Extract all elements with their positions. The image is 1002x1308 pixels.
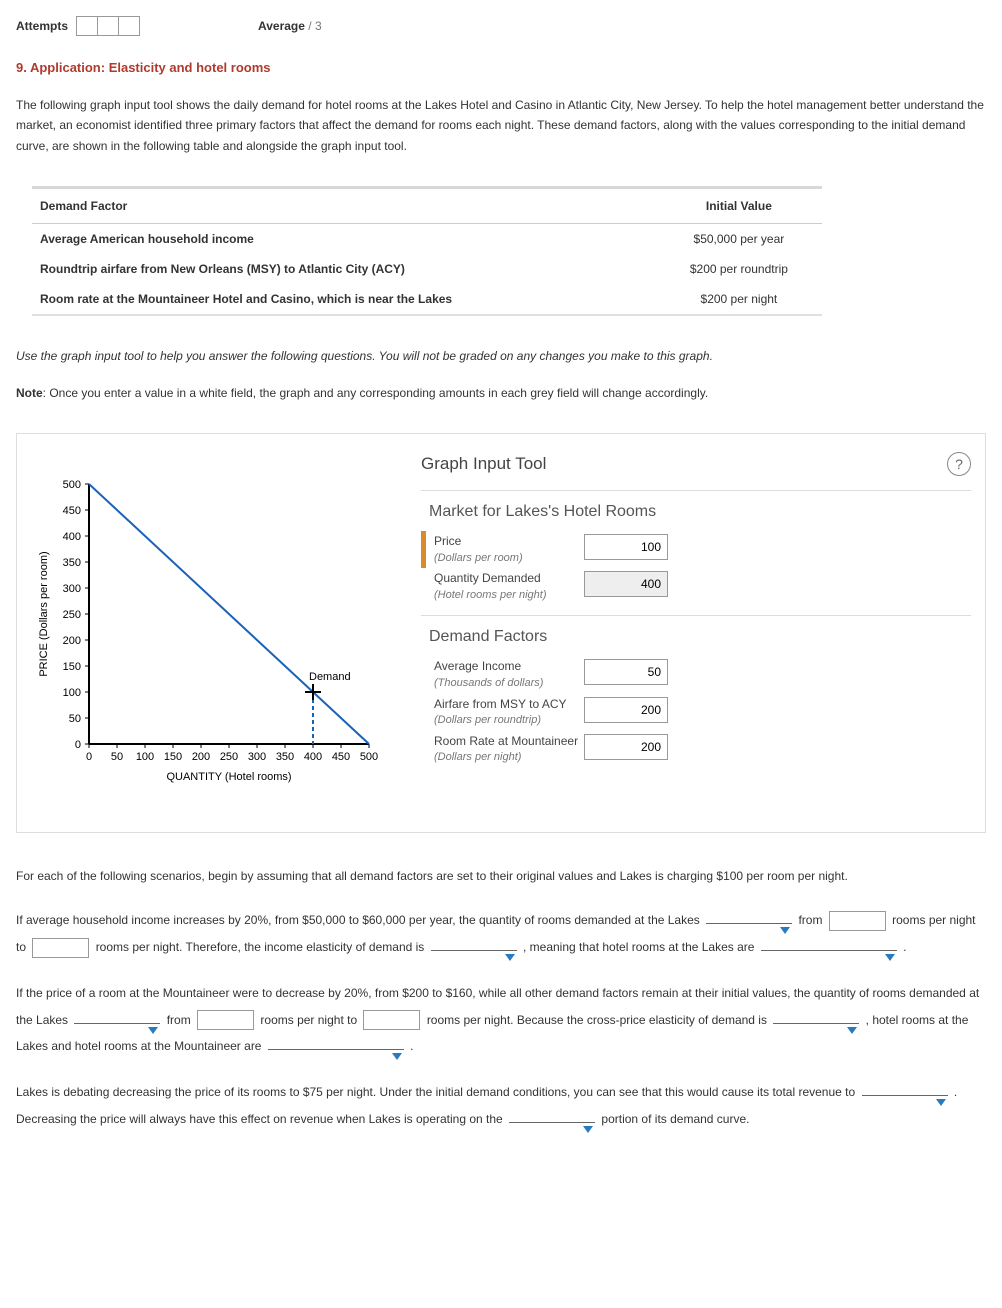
svg-text:500: 500 [63,479,81,491]
attempt-box [98,16,119,36]
table-row: Average American household income$50,000… [32,224,822,255]
demand-chart[interactable]: 0 50 100 150 200 250 300 350 400 450 500… [31,466,391,806]
svg-text:100: 100 [63,687,81,699]
questions-intro: For each of the following scenarios, beg… [16,863,986,889]
svg-text:50: 50 [111,751,123,763]
attempts-boxes [76,16,140,36]
chevron-down-icon [392,1053,402,1060]
svg-text:150: 150 [164,751,182,763]
svg-text:350: 350 [63,557,81,569]
th-value: Initial Value [656,189,822,224]
chevron-down-icon [148,1027,158,1034]
q3-revenue-dropdown[interactable] [862,1095,948,1096]
svg-text:400: 400 [63,531,81,543]
intro-text: The following graph input tool shows the… [16,95,986,156]
svg-text:350: 350 [276,751,294,763]
question-3: Lakes is debating decreasing the price o… [16,1079,986,1132]
svg-text:200: 200 [63,635,81,647]
mountaineer-input[interactable] [584,734,668,760]
demand-label: Demand [309,671,351,683]
svg-text:300: 300 [248,751,266,763]
qty-row: Quantity Demanded(Hotel rooms per night) [421,568,971,605]
graph-instructions: Use the graph input tool to help you ans… [16,346,986,366]
question-2: If the price of a room at the Mountainee… [16,980,986,1059]
q3-portion-dropdown[interactable] [509,1122,595,1123]
airfare-input[interactable] [584,697,668,723]
income-row: Average Income(Thousands of dollars) [421,656,971,693]
chevron-down-icon [936,1099,946,1106]
average-label: Average [258,19,305,33]
svg-text:400: 400 [304,751,322,763]
attempts-bar: Attempts Average / 3 [16,16,986,36]
y-axis-label: PRICE (Dollars per room) [38,551,50,676]
chart-area[interactable]: 0 50 100 150 200 250 300 350 400 450 500… [31,452,401,806]
q1-direction-dropdown[interactable] [706,923,792,924]
help-icon[interactable]: ? [947,452,971,476]
tool-title: Graph Input Tool [421,454,546,474]
svg-text:100: 100 [136,751,154,763]
table-row: Room rate at the Mountaineer Hotel and C… [32,284,822,314]
average-label-wrap: Average / 3 [258,19,322,33]
chevron-down-icon [885,954,895,961]
chevron-down-icon [505,954,515,961]
demand-factor-table: Demand Factor Initial Value Average Amer… [32,189,822,314]
chevron-down-icon [847,1027,857,1034]
svg-text:0: 0 [75,739,81,751]
svg-text:250: 250 [220,751,238,763]
q1-goodtype-dropdown[interactable] [761,950,897,951]
attempt-box [76,16,98,36]
svg-text:150: 150 [63,661,81,673]
q2-relation-dropdown[interactable] [268,1049,404,1050]
income-input[interactable] [584,659,668,685]
df-title: Demand Factors [429,628,971,646]
graph-panel: 0 50 100 150 200 250 300 350 400 450 500… [16,433,986,833]
price-input[interactable] [584,534,668,560]
price-row: Price(Dollars per room) [421,531,971,568]
q1-elasticity-dropdown[interactable] [431,950,517,951]
q1-from-input[interactable] [829,911,886,931]
svg-text:450: 450 [332,751,350,763]
airfare-row: Airfare from MSY to ACY(Dollars per roun… [421,694,971,731]
x-ticks: 50 100 150 200 250 300 350 400 450 500 0 [86,744,378,763]
y-ticks: 0 50 100 150 200 250 300 350 400 450 500 [63,479,89,751]
question-1: If average household income increases by… [16,907,986,960]
average-denom: / 3 [308,19,321,33]
mountaineer-row: Room Rate at Mountaineer(Dollars per nig… [421,731,971,768]
attempts-label: Attempts [16,19,68,33]
svg-text:500: 500 [360,751,378,763]
attempt-box [119,16,140,36]
q2-to-input[interactable] [363,1010,420,1030]
table-row: Roundtrip airfare from New Orleans (MSY)… [32,254,822,284]
q2-elasticity-dropdown[interactable] [773,1023,859,1024]
note-text: Note: Once you enter a value in a white … [16,383,986,403]
table-rule-bot [32,314,822,316]
svg-text:200: 200 [192,751,210,763]
chevron-down-icon [583,1126,593,1133]
input-tool: Graph Input Tool ? Market for Lakes's Ho… [421,452,971,806]
svg-text:50: 50 [69,713,81,725]
qty-output [584,571,668,597]
chevron-down-icon [780,927,790,934]
svg-text:300: 300 [63,583,81,595]
th-factor: Demand Factor [32,189,656,224]
question-title: 9. Application: Elasticity and hotel roo… [16,60,986,75]
q2-direction-dropdown[interactable] [74,1023,160,1024]
demand-line[interactable] [89,484,369,744]
q2-from-input[interactable] [197,1010,254,1030]
market-title: Market for Lakes's Hotel Rooms [429,503,971,521]
svg-text:250: 250 [63,609,81,621]
x-axis-label: QUANTITY (Hotel rooms) [166,771,291,783]
q1-to-input[interactable] [32,938,89,958]
svg-text:0: 0 [86,751,92,763]
svg-text:450: 450 [63,505,81,517]
